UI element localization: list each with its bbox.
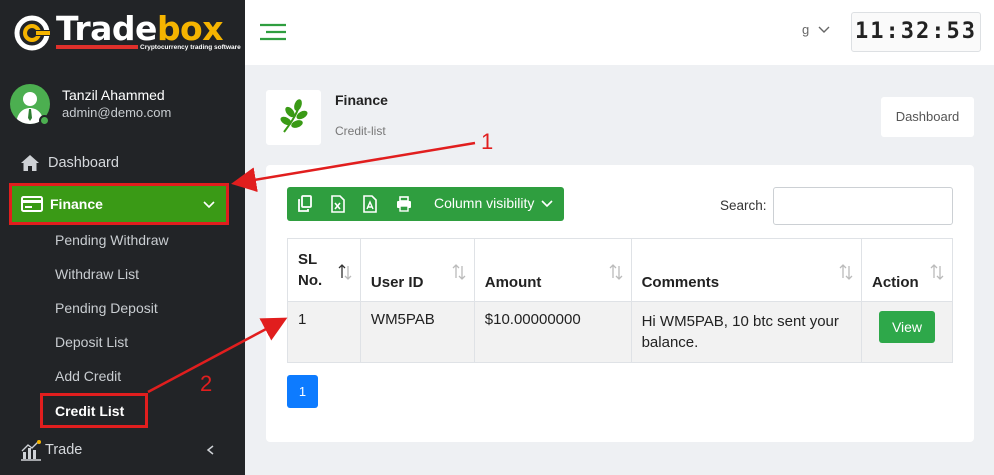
cell-sl: 1 <box>287 301 361 363</box>
column-header-user-id[interactable]: User ID <box>359 238 475 302</box>
view-button[interactable]: View <box>878 311 935 343</box>
header-label: Amount <box>484 274 542 291</box>
brand-tagline: Cryptocurrency trading software <box>140 44 241 51</box>
sidebar-item-label: Dashboard <box>48 155 119 171</box>
column-header-action[interactable]: Action <box>860 238 954 302</box>
online-status-dot <box>39 115 50 126</box>
search-input[interactable] <box>773 187 953 225</box>
sort-icon <box>609 264 623 280</box>
sidebar-subitem-deposit-list[interactable]: Deposit List <box>55 334 128 350</box>
sidebar-item-label: Trade <box>45 442 83 458</box>
sort-icon <box>338 264 352 280</box>
annotation-number-1: 1 <box>481 129 494 154</box>
table-header-row: SL No. User ID Amount Comments Action <box>287 238 954 302</box>
sidebar-subitem-add-credit[interactable]: Add Credit <box>55 368 121 384</box>
column-header-sl-no[interactable]: SL No. <box>287 238 361 302</box>
annotation-number-2: 2 <box>200 371 213 396</box>
cell-action: View <box>860 301 954 363</box>
chevron-down-icon[interactable] <box>817 25 831 35</box>
sidebar-subitem-withdraw-list[interactable]: Withdraw List <box>55 266 139 282</box>
page-title: Finance <box>335 92 388 108</box>
print-icon[interactable] <box>396 195 412 213</box>
header-label: Action <box>871 274 919 291</box>
export-button-group: Column visibility <box>287 187 564 221</box>
column-header-amount[interactable]: Amount <box>473 238 632 302</box>
sidebar: Tradebox Cryptocurrency trading software… <box>0 0 245 475</box>
pdf-icon[interactable] <box>362 195 378 213</box>
chevron-left-icon <box>206 445 214 455</box>
breadcrumb-dashboard[interactable]: Dashboard <box>881 97 974 137</box>
sidebar-subitem-label: Credit List <box>55 403 125 419</box>
home-icon <box>21 155 39 171</box>
copy-icon[interactable] <box>297 195 313 213</box>
sidebar-subitem-pending-withdraw[interactable]: Pending Withdraw <box>55 232 169 248</box>
sidebar-item-dashboard[interactable]: Dashboard <box>0 147 245 179</box>
header-label: User ID <box>370 274 424 291</box>
sort-icon <box>930 264 944 280</box>
header-label: SL No. <box>298 251 323 289</box>
brand-logo[interactable]: Tradebox Cryptocurrency trading software <box>14 9 241 52</box>
sidebar-item-label: Finance <box>50 196 103 212</box>
sidebar-item-finance[interactable]: Finance <box>9 183 229 225</box>
chevron-down-icon[interactable] <box>541 199 553 209</box>
clock-display: 11:32:53 <box>851 12 981 52</box>
table-row: 1 WM5PAB $10.00000000 Hi WM5PAB, 10 btc … <box>287 301 954 363</box>
user-name: Tanzil Ahammed <box>62 87 165 103</box>
user-profile[interactable]: Tanzil Ahammed admin@demo.com <box>10 84 235 128</box>
logo-mark-icon <box>14 15 52 51</box>
sidebar-item-trade[interactable]: Trade <box>0 434 245 466</box>
user-email: admin@demo.com <box>62 105 172 120</box>
header-label: Comments <box>641 274 720 291</box>
brand-name: Tradebox <box>56 9 224 48</box>
cell-user-id: WM5PAB <box>359 301 475 363</box>
excel-icon[interactable] <box>330 195 346 213</box>
chevron-down-icon <box>203 201 215 209</box>
sort-icon <box>452 264 466 280</box>
pagination-page-1[interactable]: 1 <box>287 375 318 408</box>
language-selector[interactable]: g <box>802 22 809 37</box>
leaf-icon <box>280 99 308 133</box>
sidebar-subitem-credit-list[interactable]: Credit List <box>40 393 148 428</box>
page-subtitle: Credit-list <box>335 124 386 138</box>
search-label: Search: <box>720 198 767 213</box>
sidebar-subitem-pending-deposit[interactable]: Pending Deposit <box>55 300 158 316</box>
money-bill-icon <box>21 196 43 212</box>
column-visibility-button[interactable]: Column visibility <box>434 195 534 211</box>
top-bar: g 11:32:53 <box>245 0 994 65</box>
sort-icon <box>839 264 853 280</box>
credit-list-card: Column visibility Search: SL No. User ID… <box>266 165 974 442</box>
brand-underline <box>56 45 138 49</box>
cell-amount: $10.00000000 <box>473 301 632 363</box>
credit-list-table: SL No. User ID Amount Comments Action 1 … <box>287 238 954 363</box>
column-header-comments[interactable]: Comments <box>630 238 862 302</box>
cell-comments: Hi WM5PAB, 10 btc sent your balance. <box>630 301 862 363</box>
chart-bar-icon <box>21 440 41 461</box>
hamburger-menu-icon[interactable] <box>258 20 288 44</box>
page-icon-box <box>266 90 321 145</box>
